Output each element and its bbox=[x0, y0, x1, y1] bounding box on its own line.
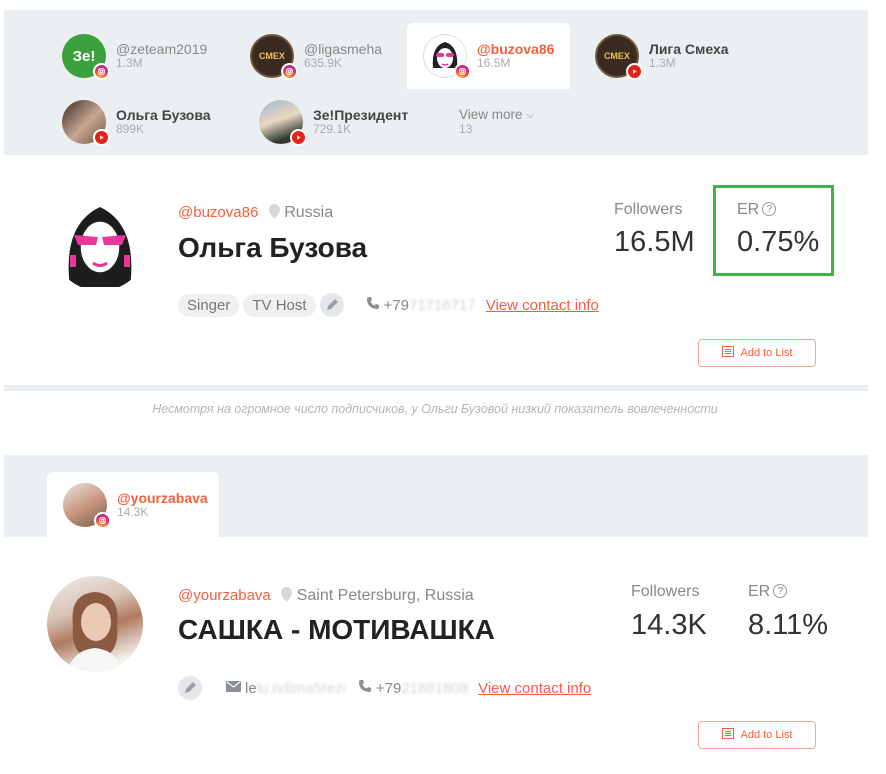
followers-value: 14.3K bbox=[631, 609, 707, 641]
phone-hidden: 21881808 bbox=[401, 679, 469, 697]
add-to-list-button[interactable]: Add to List bbox=[698, 721, 816, 749]
account-count: 14.3K bbox=[117, 504, 149, 519]
er-label: ER bbox=[748, 583, 771, 600]
avatar bbox=[259, 100, 307, 146]
avatar: СМЕХ bbox=[250, 34, 298, 80]
account-count: 1.3M bbox=[649, 56, 676, 71]
help-icon[interactable]: ? bbox=[762, 202, 777, 216]
profile-meta: @yourzabava Saint Petersburg, Russia bbox=[178, 587, 474, 607]
er-value: 8.11% bbox=[748, 609, 829, 641]
view-more-button[interactable]: View more ⌵ 13 bbox=[459, 90, 559, 154]
account-name: @zeteam2019 bbox=[116, 41, 208, 58]
youtube-icon bbox=[93, 129, 110, 146]
tags-row: Singer TV Host +7971716717 View contact … bbox=[178, 293, 599, 317]
account-tab-zeteam2019[interactable]: Зе! @zeteam2019 1.3M bbox=[62, 24, 222, 88]
avatar: Зе! bbox=[62, 34, 110, 80]
card-divider bbox=[4, 385, 868, 391]
youtube-icon bbox=[290, 129, 307, 146]
phone-number: +7921881808 bbox=[376, 680, 468, 697]
account-name: @buzova86 bbox=[477, 41, 555, 58]
tag-chip[interactable]: Singer bbox=[178, 293, 240, 317]
profile-name: САШКА - МОТИВАШКА bbox=[178, 614, 495, 645]
instagram-icon bbox=[94, 511, 111, 529]
account-tab-ligasmeha[interactable]: СМЕХ @ligasmeha 635.9K bbox=[250, 24, 400, 88]
instagram-icon bbox=[281, 63, 298, 80]
buzova-illustration-icon bbox=[68, 207, 132, 287]
avatar bbox=[63, 482, 111, 529]
email-prefix: le bbox=[245, 679, 257, 697]
account-count: 729.1K bbox=[313, 122, 352, 137]
account-tab-liga-smeha-yt[interactable]: СМЕХ Лига Смеха 1.3M bbox=[595, 24, 755, 88]
account-tab-olga-buzova-yt[interactable]: Ольга Бузова 899K bbox=[62, 90, 232, 154]
view-more-count: 13 bbox=[459, 121, 473, 136]
youtube-icon bbox=[626, 63, 643, 80]
location-pin-icon bbox=[281, 587, 293, 607]
add-to-list-button[interactable]: Add to List bbox=[698, 339, 816, 367]
avatar: СМЕХ bbox=[595, 34, 643, 80]
phone-hidden: 71716717 bbox=[409, 296, 476, 314]
phone-prefix: +79 bbox=[375, 679, 402, 697]
phone-prefix: +79 bbox=[383, 296, 409, 314]
profile-meta: @buzova86 Russia bbox=[178, 204, 333, 224]
add-to-list-label: Add to List bbox=[740, 347, 793, 359]
list-icon bbox=[721, 728, 734, 742]
email-address: lelu.ndima5rezi bbox=[245, 680, 346, 697]
account-tab-buzova86[interactable]: @buzova86 16.5M bbox=[407, 23, 570, 89]
view-contact-info-link[interactable]: View contact info bbox=[478, 680, 591, 697]
profile-handle[interactable]: @buzova86 bbox=[178, 204, 258, 221]
add-to-list-label: Add to List bbox=[740, 729, 793, 741]
edit-pencil-icon[interactable] bbox=[178, 676, 202, 700]
edit-pencil-icon[interactable] bbox=[319, 293, 344, 317]
account-name: @yourzabava bbox=[117, 489, 208, 506]
er-label-group: ER? bbox=[748, 583, 788, 601]
profile-avatar bbox=[52, 195, 148, 291]
phone-icon bbox=[358, 679, 372, 698]
view-contact-info-link[interactable]: View contact info bbox=[486, 297, 599, 314]
chevron-down-icon: ⌵ bbox=[526, 110, 534, 122]
account-name: Зе!Президент bbox=[313, 107, 409, 124]
er-label-group: ER? bbox=[737, 201, 777, 219]
tag-chip[interactable]: TV Host bbox=[243, 293, 316, 317]
contacts-row: lelu.ndima5rezi +7921881808 View contact… bbox=[178, 676, 591, 700]
view-more-label: View more bbox=[459, 107, 523, 123]
followers-label: Followers bbox=[631, 583, 700, 600]
account-name: Лига Смеха bbox=[649, 41, 729, 58]
profile-name: Ольга Бузова bbox=[178, 232, 368, 263]
avatar bbox=[423, 34, 471, 80]
er-value: 0.75% bbox=[737, 226, 820, 258]
email-icon bbox=[226, 679, 241, 697]
instagram-icon bbox=[454, 63, 471, 80]
account-tab-yourzabava[interactable]: @yourzabava 14.3K bbox=[47, 472, 219, 537]
er-label: ER bbox=[737, 201, 760, 218]
instagram-icon bbox=[93, 63, 110, 80]
profile-avatar bbox=[47, 576, 143, 672]
account-tab-ze-president[interactable]: Зе!Президент 729.1K bbox=[259, 90, 429, 154]
list-icon bbox=[721, 346, 734, 360]
profile-handle[interactable]: @yourzabava bbox=[178, 587, 271, 604]
account-count: 1.3M bbox=[116, 56, 143, 71]
phone-number: +7971716717 bbox=[384, 297, 476, 314]
phone-icon bbox=[366, 296, 380, 315]
help-icon[interactable]: ? bbox=[773, 584, 788, 598]
followers-label: Followers bbox=[614, 201, 683, 218]
profile-location: Russia bbox=[284, 204, 334, 221]
email-hidden: lu.ndima5rezi bbox=[256, 679, 346, 697]
caption: Несмотря на огромное число подписчиков, … bbox=[152, 402, 718, 416]
account-count: 899K bbox=[116, 122, 145, 137]
account-name: @ligasmeha bbox=[304, 41, 383, 58]
profile-location: Saint Petersburg, Russia bbox=[296, 587, 474, 604]
account-count: 635.9K bbox=[304, 56, 343, 71]
yourzabava-portrait bbox=[67, 592, 123, 672]
avatar bbox=[62, 100, 110, 146]
account-count: 16.5M bbox=[477, 56, 511, 71]
location-pin-icon bbox=[268, 204, 280, 224]
followers-value: 16.5M bbox=[614, 226, 695, 258]
account-name: Ольга Бузова bbox=[116, 107, 211, 124]
